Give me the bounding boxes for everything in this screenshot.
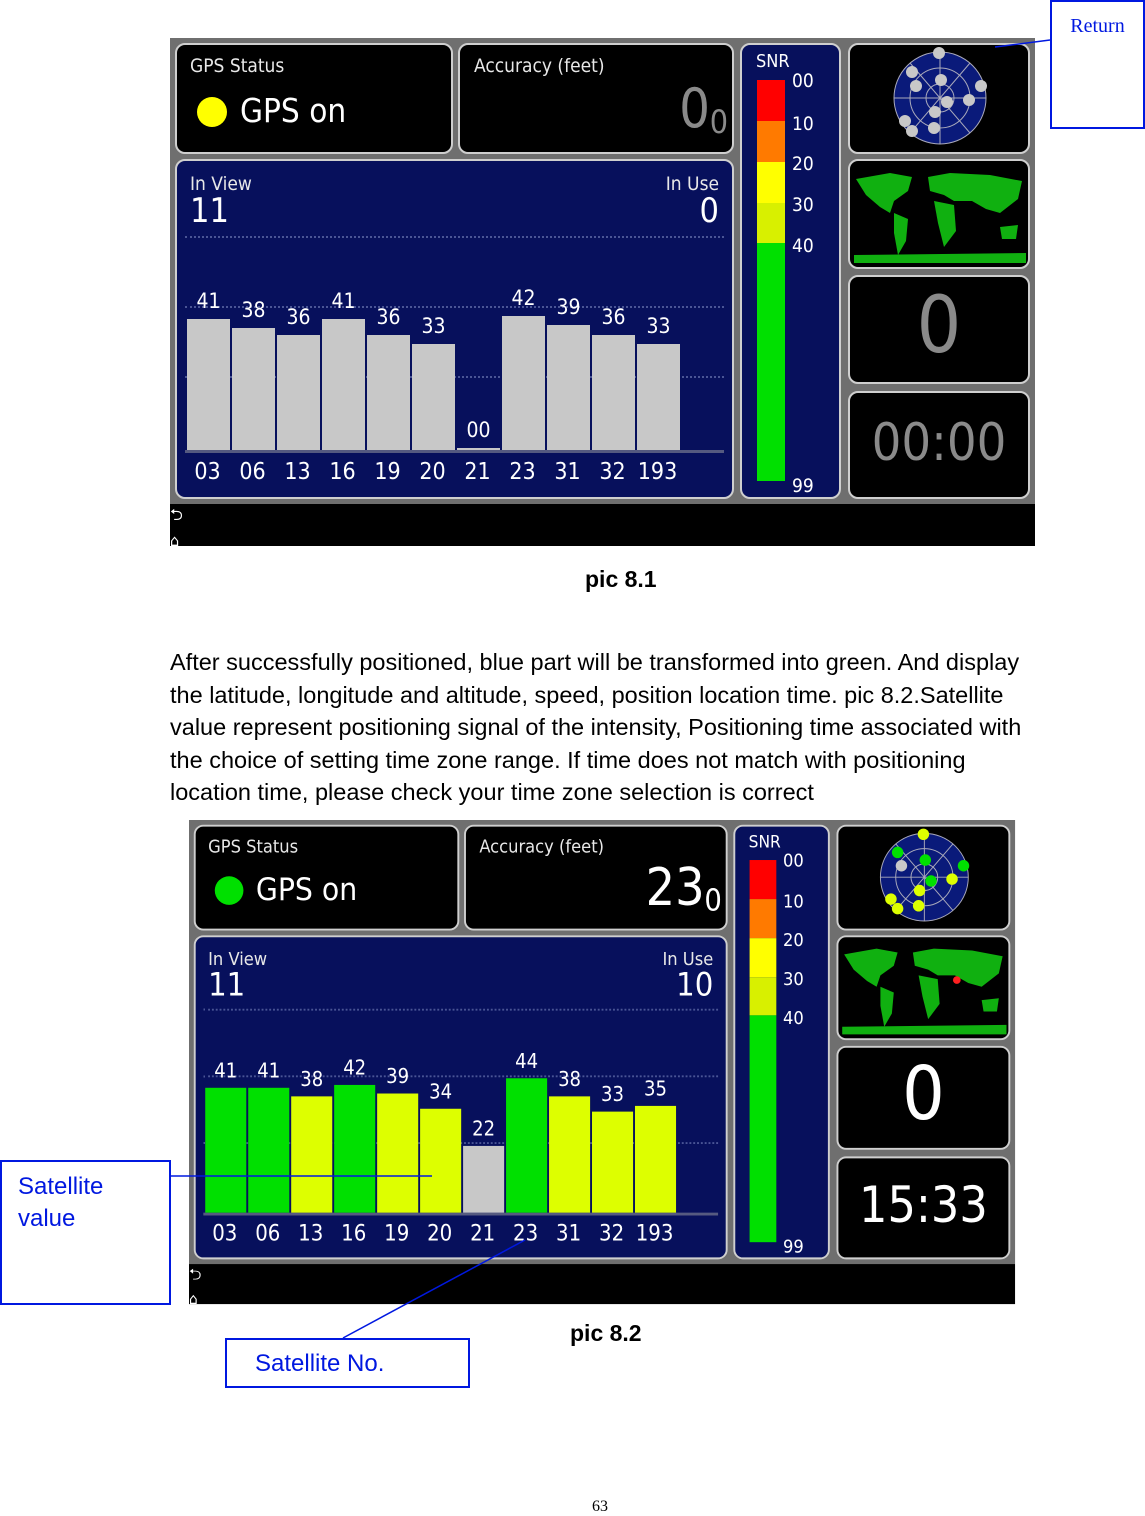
annotation-return: Return bbox=[1050, 0, 1145, 129]
annotation-satellite-no: Satellite No. bbox=[225, 1338, 470, 1388]
page-number: 63 bbox=[592, 1498, 608, 1515]
annotation-lines bbox=[170, 39, 1051, 1339]
annotation-satellite-value: Satellite value bbox=[0, 1160, 171, 1305]
